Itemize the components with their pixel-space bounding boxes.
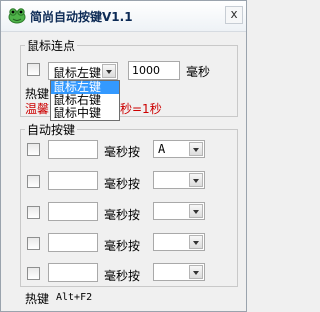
dropdown-option-middle[interactable]: 鼠标中键 [51,107,119,120]
footer-hotkey-label: 热键 [25,292,50,306]
auto-key-row-1-key-value: A [158,142,166,156]
auto-key-row-2-checkbox[interactable] [27,175,40,188]
footer-hotkey-value: Alt+F2 [56,292,93,303]
auto-key-row-2-unit: 毫秒按 [104,177,141,191]
mouse-click-group-label: 鼠标连点 [25,37,78,54]
mouse-button-select-value: 鼠标左键 [53,66,102,80]
close-button[interactable]: x [225,6,243,24]
auto-key-row-3-key-select[interactable] [153,202,205,220]
auto-key-row-1-key-select[interactable]: A [153,140,205,158]
mouse-click-checkbox[interactable] [27,63,40,76]
mouse-button-dropdown-list: 鼠标左键 鼠标右键 鼠标中键 [50,80,120,121]
chevron-down-icon[interactable] [189,142,203,156]
auto-key-row-5-unit: 毫秒按 [104,269,141,283]
auto-key-row-2-interval-input[interactable] [48,171,98,190]
chevron-down-icon[interactable] [189,265,203,279]
auto-key-row-1-unit: 毫秒按 [104,145,141,159]
auto-key-row-4-interval-input[interactable] [48,233,98,252]
auto-key-row-4-key-select[interactable] [153,233,205,251]
auto-key-row-5-interval-input[interactable] [48,263,98,282]
auto-key-group-label: 自动按键 [25,121,78,138]
tip-text-prefix: 温馨 [25,102,50,116]
chevron-down-icon[interactable] [189,235,203,249]
frog-app-icon [8,8,26,24]
chevron-down-icon[interactable] [102,64,116,78]
tip-text-suffix: 秒=1秒 [120,102,162,116]
click-interval-input[interactable]: 1000 [128,61,180,80]
click-interval-value: 1000 [132,64,160,77]
title-bar[interactable]: 简尚自动按键V1.1 x [1,1,246,32]
auto-key-row-1-checkbox[interactable] [27,143,40,156]
auto-key-row-4-checkbox[interactable] [27,237,40,250]
auto-key-row-3-unit: 毫秒按 [104,208,141,222]
app-window: 简尚自动按键V1.1 x 鼠标连点 鼠标左键 1000 毫秒 热键 温馨 秒=1… [0,0,247,312]
auto-key-row-4-unit: 毫秒按 [104,239,141,253]
auto-key-row-3-checkbox[interactable] [27,206,40,219]
mouse-button-select[interactable]: 鼠标左键 [48,62,118,80]
auto-key-row-3-interval-input[interactable] [48,202,98,221]
auto-key-row-5-checkbox[interactable] [27,267,40,280]
auto-key-row-1-interval-input[interactable] [48,140,98,159]
chevron-down-icon[interactable] [189,173,203,187]
auto-key-row-2-key-select[interactable] [153,171,205,189]
window-title: 简尚自动按键V1.1 [30,10,133,24]
auto-key-row-5-key-select[interactable] [153,263,205,281]
click-interval-unit: 毫秒 [186,65,211,79]
chevron-down-icon[interactable] [189,204,203,218]
